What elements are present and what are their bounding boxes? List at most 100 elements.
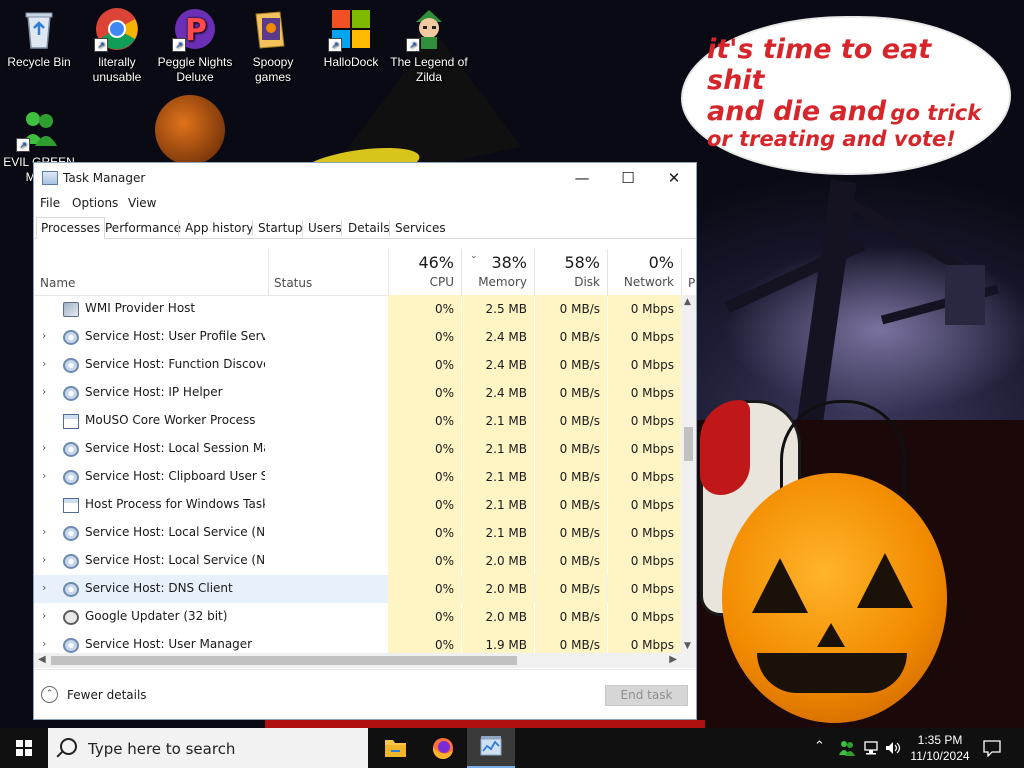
fewer-details-link[interactable]: Fewer details bbox=[67, 688, 147, 702]
updater-icon bbox=[63, 610, 79, 625]
jack-o-lantern-bucket bbox=[722, 473, 947, 723]
process-row[interactable]: › Service Host: Local Service (Net... 0%2.… bbox=[34, 547, 681, 575]
cpu-total: 46% bbox=[418, 253, 454, 272]
green-men-tray-icon[interactable] bbox=[838, 739, 856, 757]
start-button[interactable] bbox=[0, 728, 48, 768]
taskbar-file-explorer[interactable] bbox=[371, 728, 419, 768]
column-name[interactable]: Name bbox=[40, 276, 75, 290]
process-row[interactable]: MoUSO Core Worker Process 0% 2.1 MB 0 MB/s 0… bbox=[34, 407, 681, 435]
desktop-icon-recycle-bin[interactable]: Recycle Bin bbox=[0, 2, 78, 70]
process-memory: 2.4 MB bbox=[462, 323, 534, 351]
process-row[interactable]: › Service Host: Local Service (Net... 0%2.… bbox=[34, 519, 681, 547]
tab-performance[interactable]: Performance bbox=[100, 217, 186, 239]
menu-view[interactable]: View bbox=[128, 196, 156, 210]
process-cpu: 0% bbox=[388, 435, 461, 463]
desktop-icon-spoopy-games[interactable]: Spoopy games bbox=[234, 2, 312, 85]
column-cpu[interactable]: 46% CPU bbox=[389, 239, 461, 295]
process-disk: 0 MB/s bbox=[535, 463, 607, 491]
clock[interactable]: 1:35 PM 11/10/2024 bbox=[908, 732, 972, 764]
speech-bubble: it's time to eat shit and die and go tri… bbox=[683, 18, 1009, 173]
menu-bar: File Options View bbox=[34, 193, 696, 215]
notification-center-icon[interactable] bbox=[982, 739, 1002, 757]
process-disk: 0 MB/s bbox=[535, 547, 607, 575]
expand-chevron-icon[interactable]: › bbox=[42, 581, 46, 594]
taskbar-firefox[interactable] bbox=[419, 728, 467, 768]
process-cpu: 0% bbox=[388, 575, 461, 603]
process-row[interactable]: › Service Host: User Profile Service 0% 2.4… bbox=[34, 323, 681, 351]
desktop-icon-legend-of-zilda[interactable]: ↗ The Legend of Zilda bbox=[390, 2, 468, 85]
minimize-button[interactable]: — bbox=[559, 163, 605, 193]
process-name: Service Host: Local Service (Net... bbox=[85, 553, 265, 567]
process-row[interactable]: Host Process for Windows Tasks 0% 2.1 MB 0 … bbox=[34, 491, 681, 519]
process-row[interactable]: › Service Host: IP Helper 0% 2.4 MB 0 MB/s 0 … bbox=[34, 379, 681, 407]
expand-chevron-icon[interactable]: › bbox=[42, 441, 46, 454]
expand-chevron-icon[interactable]: › bbox=[42, 525, 46, 538]
process-row[interactable]: › Service Host: Function Discover... 0%2.4… bbox=[34, 351, 681, 379]
task-manager-window[interactable]: Task Manager — ☐ ✕ File Options View Pro… bbox=[33, 162, 697, 720]
footer: ⌃ Fewer details End task bbox=[34, 669, 696, 720]
menu-options[interactable]: Options bbox=[72, 196, 118, 210]
vertical-scrollbar[interactable]: ▲ ▼ bbox=[681, 295, 696, 653]
tab-app-history[interactable]: App history bbox=[180, 217, 259, 239]
desktop-icon-chrome[interactable]: ↗ literally unusable bbox=[78, 2, 156, 85]
tab-startup[interactable]: Startup bbox=[253, 217, 308, 239]
chevron-up-icon[interactable]: ⌃ bbox=[41, 686, 58, 703]
desktop-icon-peggle[interactable]: P ↗ Peggle Nights Deluxe bbox=[156, 2, 234, 85]
expand-chevron-icon[interactable]: › bbox=[42, 553, 46, 566]
end-task-button[interactable]: End task bbox=[605, 685, 688, 706]
process-list[interactable]: WMI Provider Host 0% 2.5 MB 0 MB/s 0 Mbps › Se… bbox=[34, 295, 681, 653]
process-row[interactable]: › Google Updater (32 bit) 0% 2.0 MB 0 MB/s 0 … bbox=[34, 603, 681, 631]
process-row[interactable]: › Service Host: DNS Client 0% 2.0 MB 0 MB/s 0… bbox=[34, 575, 681, 603]
tab-processes[interactable]: Processes bbox=[36, 217, 106, 239]
tree-branch-shape bbox=[724, 238, 866, 314]
tab-details[interactable]: Details bbox=[343, 217, 395, 239]
process-row[interactable]: › Service Host: Local Session Man... 0%2.1… bbox=[34, 435, 681, 463]
column-memory[interactable]: 38% Memory bbox=[462, 239, 534, 295]
title-bar[interactable]: Task Manager — ☐ ✕ bbox=[34, 163, 696, 193]
column-separator[interactable] bbox=[268, 249, 269, 295]
pumpkin-eye bbox=[752, 558, 808, 613]
bubble-line-2a: and die and bbox=[707, 96, 887, 128]
desktop-icon-label: HalloDock bbox=[323, 55, 379, 69]
expand-chevron-icon[interactable]: › bbox=[42, 469, 46, 482]
process-name: Service Host: Function Discover... bbox=[85, 357, 265, 371]
clock-time: 1:35 PM bbox=[917, 733, 963, 747]
scroll-down-icon[interactable]: ▼ bbox=[684, 641, 691, 651]
expand-chevron-icon[interactable]: › bbox=[42, 329, 46, 342]
process-row[interactable]: WMI Provider Host 0% 2.5 MB 0 MB/s 0 Mbps bbox=[34, 295, 681, 323]
process-name: Service Host: User Manager bbox=[85, 637, 253, 651]
close-button[interactable]: ✕ bbox=[651, 163, 697, 193]
maximize-button[interactable]: ☐ bbox=[605, 163, 651, 193]
column-network[interactable]: 0% Network bbox=[608, 239, 681, 295]
volume-icon[interactable] bbox=[884, 740, 902, 756]
process-memory: 2.1 MB bbox=[462, 491, 534, 519]
process-row[interactable]: › Service Host: Clipboard User Ser... 0%2.… bbox=[34, 463, 681, 491]
tab-services[interactable]: Services bbox=[390, 217, 451, 239]
scroll-right-icon[interactable]: ▶ bbox=[669, 654, 677, 665]
desktop-icon-hallodock[interactable]: ↗ HalloDock bbox=[312, 2, 390, 70]
scroll-up-icon[interactable]: ▲ bbox=[684, 297, 691, 307]
show-hidden-icons-chevron-icon[interactable]: ⌃ bbox=[814, 739, 825, 754]
column-power-partial[interactable]: P bbox=[688, 276, 695, 290]
vertical-scroll-thumb[interactable] bbox=[684, 427, 693, 461]
process-name: Service Host: Local Service (Net... bbox=[85, 525, 265, 539]
network-icon[interactable] bbox=[862, 740, 880, 756]
taskbar-search-box[interactable]: Type here to search bbox=[48, 728, 368, 768]
process-row[interactable]: › Service Host: User Manager 0% 1.9 MB 0 MB/… bbox=[34, 631, 681, 653]
scroll-left-icon[interactable]: ◀ bbox=[38, 654, 46, 665]
process-cpu: 0% bbox=[388, 351, 461, 379]
shortcut-arrow-icon: ↗ bbox=[172, 38, 186, 52]
column-status[interactable]: Status bbox=[274, 276, 312, 290]
expand-chevron-icon[interactable]: › bbox=[42, 637, 46, 650]
taskbar-task-manager[interactable] bbox=[467, 728, 515, 768]
column-separator[interactable] bbox=[681, 249, 682, 295]
expand-chevron-icon[interactable]: › bbox=[42, 609, 46, 622]
horizontal-scroll-thumb[interactable] bbox=[51, 656, 517, 665]
horizontal-scrollbar[interactable]: ◀ ▶ bbox=[34, 653, 681, 668]
menu-file[interactable]: File bbox=[40, 196, 60, 210]
expand-chevron-icon[interactable]: › bbox=[42, 357, 46, 370]
expand-chevron-icon[interactable]: › bbox=[42, 385, 46, 398]
windows-start-icon bbox=[16, 740, 32, 756]
column-disk[interactable]: 58% Disk bbox=[535, 239, 607, 295]
service-gear-icon bbox=[63, 470, 79, 485]
